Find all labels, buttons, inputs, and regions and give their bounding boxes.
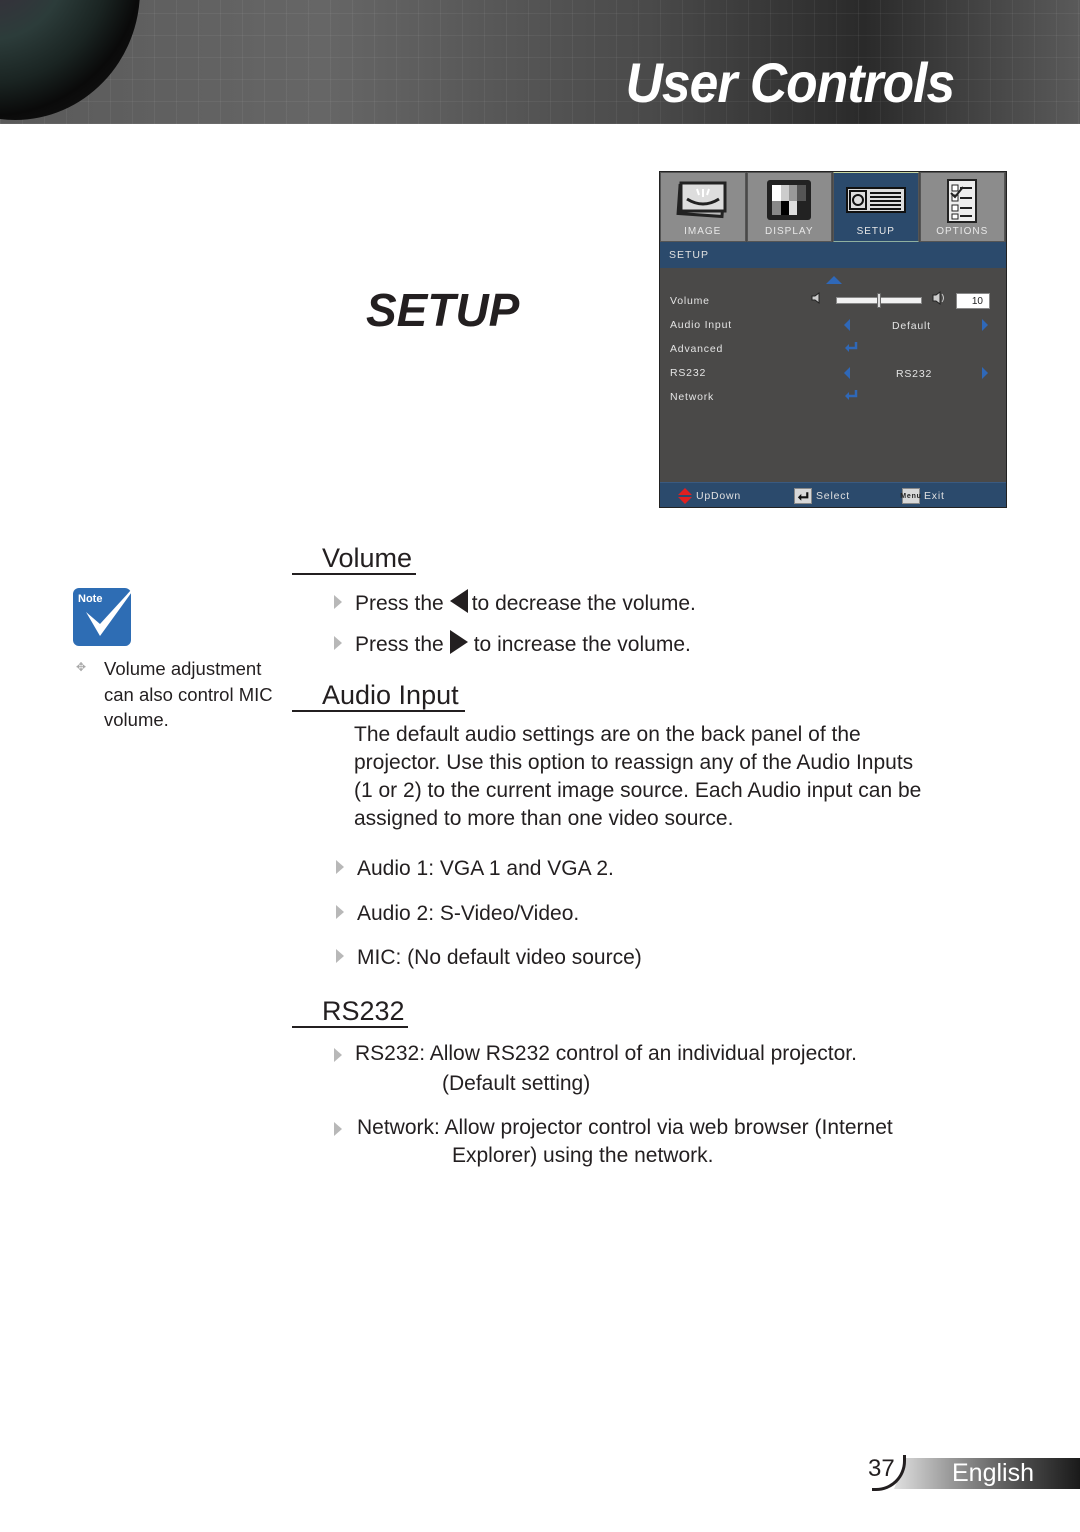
list-item: RS232: Allow RS232 control of an individ…	[334, 1042, 857, 1066]
page-footer: 37 English	[868, 1455, 1080, 1495]
list-item: Press the to increase the volume.	[334, 630, 691, 657]
updown-arrow-icon	[678, 488, 692, 504]
note-text-line: volume.	[104, 709, 169, 730]
speaker-high-icon	[932, 291, 944, 305]
paragraph-line: (1 or 2) to the current image source. Ea…	[354, 779, 922, 802]
volume-item-text: Press the	[355, 592, 444, 615]
list-item: Audio 1: VGA 1 and VGA 2.	[336, 857, 614, 881]
page-number: 37	[868, 1455, 895, 1482]
osd-tab-setup[interactable]: SETUP	[833, 172, 919, 242]
left-arrow-icon[interactable]	[844, 319, 850, 331]
osd-footer-updown-label: UpDown	[696, 490, 742, 502]
osd-tab-options[interactable]: OPTIONS	[919, 172, 1005, 242]
heading-rs232: RS232	[292, 996, 408, 1028]
speaker-low-icon	[811, 292, 820, 304]
note-text: Volume adjustment can also control MIC v…	[104, 656, 273, 733]
audio-item-text: MIC: (No default video source)	[357, 946, 642, 969]
volume-slider-thumb[interactable]	[877, 293, 881, 308]
note-text-line: can also control MIC	[104, 683, 273, 705]
osd-footer-select-label: Select	[816, 490, 850, 502]
osd-footer-select: Select	[794, 488, 850, 504]
list-item: MIC: (No default video source)	[336, 946, 642, 970]
display-icon	[767, 180, 812, 220]
rs232-item-continuation: (Default setting)	[442, 1072, 591, 1095]
language-label: English	[952, 1459, 1034, 1487]
volume-slider[interactable]	[836, 293, 922, 308]
volume-item-text: to decrease the volume.	[471, 592, 696, 615]
right-arrow-icon[interactable]	[982, 319, 988, 331]
bullet-icon	[334, 1048, 342, 1062]
options-checklist-icon	[947, 179, 978, 223]
audio-input-description: The default audio settings are on the ba…	[354, 721, 994, 833]
network-item-continuation: Explorer) using the network.	[452, 1144, 714, 1167]
osd-row-volume-label[interactable]: Volume	[670, 295, 710, 307]
right-arrow-key-icon	[449, 630, 468, 654]
projector-lens-image	[0, 0, 140, 120]
header-banner: User Controls	[0, 0, 1080, 124]
chapter-title: User Controls	[625, 51, 955, 114]
audio-input-value: Default	[892, 320, 931, 332]
bullet-icon	[334, 1122, 342, 1136]
osd-menu: IMAGE DISPLAY SETUP OPTIONS SETUP Volume…	[659, 171, 1007, 508]
audio-item-text: Audio 1: VGA 1 and VGA 2.	[357, 857, 614, 880]
osd-footer: UpDown Select Menu Exit	[660, 482, 1006, 507]
osd-tab-display[interactable]: DISPLAY	[746, 172, 832, 242]
left-arrow-icon[interactable]	[844, 367, 850, 379]
osd-tab-label: SETUP	[856, 226, 895, 237]
osd-row-network-label[interactable]: Network	[670, 391, 714, 403]
note-bullet-icon: ✥	[76, 660, 87, 674]
osd-footer-updown: UpDown	[678, 488, 741, 504]
image-icon	[676, 181, 727, 219]
osd-tab-image[interactable]: IMAGE	[660, 172, 746, 242]
heading-audio-input: Audio Input	[292, 680, 465, 712]
rs232-value: RS232	[896, 368, 933, 380]
rs232-item-text: RS232: Allow RS232 control of an individ…	[355, 1042, 857, 1065]
scroll-up-arrow-icon[interactable]	[826, 276, 842, 284]
section-title: SETUP	[366, 284, 520, 336]
enter-icon[interactable]	[844, 342, 858, 352]
bullet-icon	[334, 636, 342, 650]
bullet-icon	[334, 595, 342, 609]
paragraph-line: The default audio settings are on the ba…	[354, 723, 861, 746]
osd-footer-exit: Menu Exit	[900, 488, 945, 504]
volume-item-text: to increase the volume.	[473, 633, 691, 656]
osd-row-audio-input-label[interactable]: Audio Input	[670, 319, 732, 331]
osd-row-rs232-label[interactable]: RS232	[670, 367, 706, 379]
paragraph-line: projector. Use this option to reassign a…	[354, 751, 914, 774]
list-item: Audio 2: S-Video/Video.	[336, 902, 580, 926]
bullet-icon	[336, 860, 344, 874]
enter-key-icon	[794, 488, 812, 504]
menu-key-icon: Menu	[900, 488, 921, 504]
osd-menu-body: Volume 10 Audio Input Default Advanced R…	[660, 268, 1006, 482]
osd-tab-label: DISPLAY	[765, 226, 814, 237]
network-item-text: Network: Allow projector control via web…	[357, 1116, 893, 1139]
projector-icon	[845, 187, 906, 213]
osd-tab-label: OPTIONS	[936, 226, 989, 237]
osd-tab-label: IMAGE	[684, 226, 722, 237]
volume-value: 10	[956, 293, 990, 309]
note-text-line: Volume adjustment	[104, 658, 262, 679]
osd-tab-bar: IMAGE DISPLAY SETUP OPTIONS	[660, 172, 1006, 242]
heading-volume: Volume	[292, 543, 416, 575]
bullet-icon	[336, 905, 344, 919]
note-badge-text: Note	[78, 593, 102, 605]
paragraph-line: assigned to more than one video source.	[354, 807, 734, 830]
volume-item-text: Press the	[355, 633, 444, 656]
list-item: Network: Allow projector control via web…	[334, 1116, 893, 1140]
note-check-icon: Note	[73, 578, 142, 646]
bullet-icon	[336, 949, 344, 963]
audio-item-text: Audio 2: S-Video/Video.	[357, 902, 580, 925]
osd-row-advanced-label[interactable]: Advanced	[670, 343, 723, 355]
osd-footer-exit-label: Exit	[924, 490, 945, 502]
enter-icon[interactable]	[844, 390, 858, 400]
right-arrow-icon[interactable]	[982, 367, 988, 379]
list-item: Press the to decrease the volume.	[334, 589, 696, 616]
osd-menu-title: SETUP	[660, 242, 1006, 268]
left-arrow-key-icon	[449, 589, 468, 613]
